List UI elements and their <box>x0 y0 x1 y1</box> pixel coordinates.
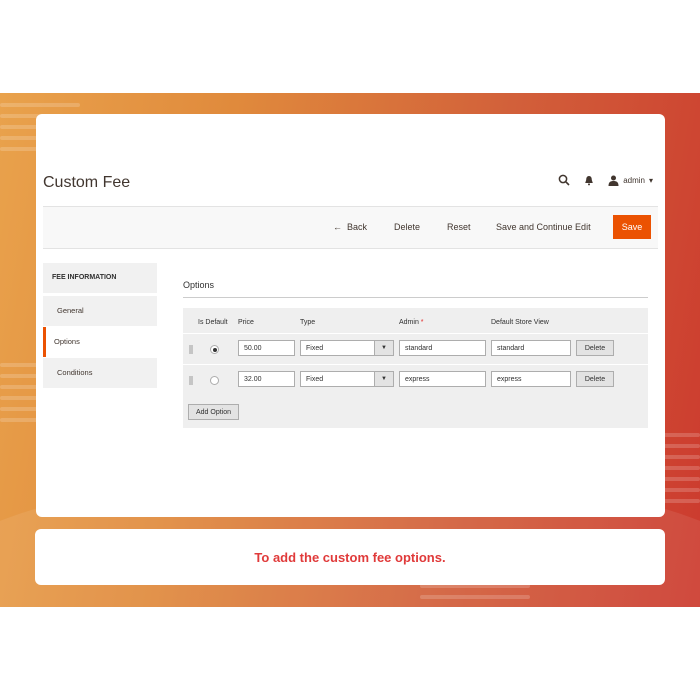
price-input[interactable]: 32.00 <box>238 371 295 387</box>
save-button[interactable]: Save <box>613 215 651 239</box>
bell-icon[interactable] <box>584 175 594 186</box>
type-value: Fixed <box>306 345 324 352</box>
chevron-down-icon: ▼ <box>374 341 393 355</box>
store-view-label-input[interactable]: express <box>491 371 571 387</box>
type-value: Fixed <box>306 376 324 383</box>
column-header-type: Type <box>300 319 316 326</box>
store-view-label-input[interactable]: standard <box>491 340 571 356</box>
options-grid: Is Default Price Type Admin * Default St… <box>183 308 648 428</box>
delete-option-button[interactable]: Delete <box>576 371 614 387</box>
page-title: Custom Fee <box>43 174 131 191</box>
decor-stripes-left-low <box>0 363 40 429</box>
user-name: admin <box>623 175 645 185</box>
sidebar-item-conditions[interactable]: Conditions <box>43 358 157 388</box>
caption-text: To add the custom fee options. <box>35 529 665 585</box>
sidebar-heading: FEE INFORMATION <box>43 263 157 293</box>
column-header-store-view: Default Store View <box>491 319 549 326</box>
default-radio[interactable] <box>210 345 219 354</box>
type-select[interactable]: Fixed ▼ <box>300 340 394 356</box>
sidebar-item-general[interactable]: General <box>43 296 157 326</box>
column-header-price: Price <box>238 319 254 326</box>
drag-handle-icon[interactable] <box>189 345 193 354</box>
user-icon <box>608 175 619 186</box>
reset-button[interactable]: Reset <box>447 207 471 248</box>
drag-handle-icon[interactable] <box>189 376 193 385</box>
chevron-down-icon: ▾ <box>648 175 653 185</box>
delete-fee-button[interactable]: Delete <box>394 207 420 248</box>
admin-window: Custom Fee admin ▾ ← Back Delete Reset S… <box>36 114 665 517</box>
column-header-is-default: Is Default <box>198 319 228 326</box>
user-menu[interactable]: admin ▾ <box>608 175 653 186</box>
admin-label-input[interactable]: express <box>399 371 486 387</box>
table-row: 50.00 Fixed ▼ standard standard Delete <box>183 333 648 365</box>
header-actions: admin ▾ <box>558 174 653 186</box>
arrow-left-icon: ← <box>333 222 342 232</box>
table-row: 32.00 Fixed ▼ express express Delete <box>183 364 648 396</box>
search-icon[interactable] <box>558 174 570 186</box>
back-label: Back <box>347 222 368 232</box>
required-marker: * <box>420 319 424 326</box>
save-and-continue-button[interactable]: Save and Continue Edit <box>496 207 591 248</box>
column-header-admin: Admin * <box>399 319 424 326</box>
delete-option-button[interactable]: Delete <box>576 340 614 356</box>
back-button[interactable]: ← Back <box>333 207 367 248</box>
options-section-title: Options <box>183 280 215 290</box>
price-input[interactable]: 50.00 <box>238 340 295 356</box>
fee-tabs-sidebar: FEE INFORMATION General Options Conditio… <box>43 263 157 388</box>
page-actions-toolbar: ← Back Delete Reset Save and Continue Ed… <box>43 206 658 249</box>
chevron-down-icon: ▼ <box>374 372 393 386</box>
sidebar-item-options[interactable]: Options <box>43 327 157 357</box>
default-radio[interactable] <box>210 376 219 385</box>
type-select[interactable]: Fixed ▼ <box>300 371 394 387</box>
section-divider <box>183 297 648 298</box>
admin-label-input[interactable]: standard <box>399 340 486 356</box>
column-header-admin-label: Admin <box>399 319 419 326</box>
add-option-button[interactable]: Add Option <box>188 404 240 420</box>
